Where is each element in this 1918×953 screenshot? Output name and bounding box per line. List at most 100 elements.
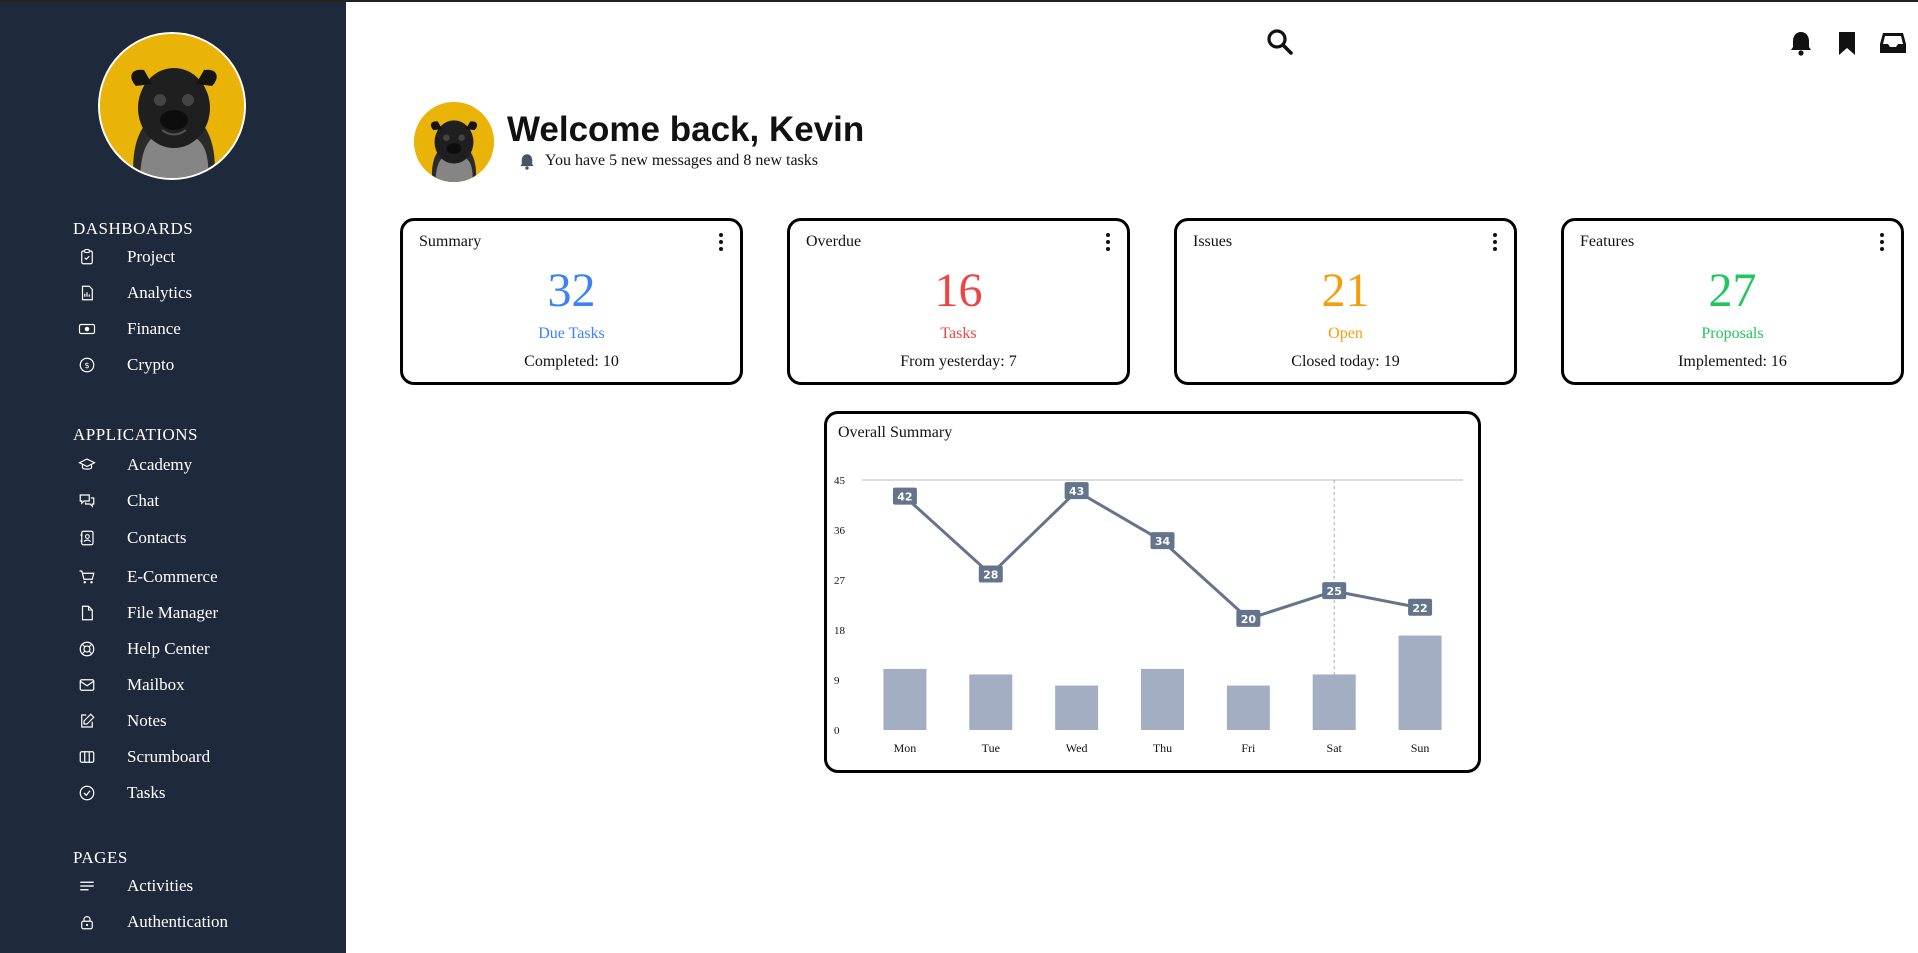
bell-icon[interactable]: [1786, 28, 1816, 58]
sidebar-item-tasks[interactable]: Tasks: [73, 777, 333, 809]
lifebuoy-icon: [73, 635, 101, 663]
card-title: Features: [1580, 233, 1635, 250]
sidebar-item-label: Scrumboard: [127, 747, 211, 766]
currency-coin-icon: $: [73, 351, 101, 379]
card-title: Issues: [1193, 233, 1233, 250]
card-title: Overdue: [806, 233, 862, 250]
svg-text:$: $: [84, 360, 89, 370]
y-tick-label: 9: [834, 675, 840, 687]
sidebar-item-label: Project: [127, 247, 176, 266]
bookmark-icon[interactable]: [1832, 28, 1862, 58]
data-label: 43: [1069, 485, 1084, 498]
y-tick-label: 36: [834, 525, 846, 537]
shopping-cart-icon: [73, 563, 101, 591]
data-label: 22: [1412, 602, 1427, 615]
sidebar-item-label: Mailbox: [127, 675, 185, 694]
card-features: Features 27 Proposals Implemented: 16: [1561, 218, 1904, 385]
inbox-icon[interactable]: [1878, 28, 1908, 58]
user-avatar[interactable]: [98, 32, 246, 180]
sidebar-item-finance[interactable]: Finance: [73, 313, 333, 345]
welcome-subtitle: You have 5 new messages and 8 new tasks: [519, 152, 818, 170]
card-value: 16: [934, 264, 983, 317]
card-footer: Closed today: 19: [1291, 353, 1400, 370]
bar-sun: [1398, 635, 1442, 730]
card-label: Proposals: [1701, 325, 1764, 342]
sidebar-item-analytics[interactable]: Analytics: [73, 277, 333, 309]
sidebar-item-label: Tasks: [127, 783, 166, 802]
welcome-title: Welcome back, Kevin: [507, 110, 865, 149]
y-tick-label: 0: [834, 725, 840, 737]
sidebar-item-scrumboard[interactable]: Scrumboard: [73, 741, 333, 773]
sidebar-item-label: Authentication: [127, 912, 229, 931]
overall-summary-card: Overall Summary 45 36 27 18 9 0 Mon Tue Wed Thu Fr…: [824, 411, 1481, 773]
card-summary: Summary 32 Due Tasks Completed: 10: [400, 218, 743, 385]
overall-summary-chart: 45 36 27 18 9 0 Mon Tue Wed Thu Fri Sat Sun 42 28 43 34 2…: [834, 475, 1463, 755]
y-tick-label: 18: [834, 625, 846, 637]
sidebar-item-mailbox[interactable]: Mailbox: [73, 669, 333, 701]
card-title: Summary: [419, 233, 482, 250]
bar-sat: [1312, 674, 1356, 730]
sidebar-item-label: File Manager: [127, 603, 219, 622]
card-label: Open: [1328, 325, 1363, 342]
top-border: [0, 0, 1918, 2]
sidebar-item-label: Analytics: [127, 283, 193, 302]
card-value: 32: [547, 264, 596, 317]
sidebar-item-crypto[interactable]: $ Crypto: [73, 349, 333, 381]
columns-board-icon: [73, 743, 101, 771]
search-icon[interactable]: [1265, 27, 1295, 57]
sidebar-item-chat[interactable]: Chat: [73, 485, 333, 517]
more-options-icon[interactable]: [712, 231, 730, 253]
sidebar-item-file-manager[interactable]: File Manager: [73, 597, 333, 629]
sidebar-item-label: E-Commerce: [127, 567, 218, 586]
banknote-icon: [73, 315, 101, 343]
sidebar-item-e-commerce[interactable]: E-Commerce: [73, 561, 333, 593]
data-label: 28: [983, 568, 998, 581]
bar-tue: [969, 674, 1013, 730]
document-icon: [73, 599, 101, 627]
sidebar-item-label: Activities: [127, 876, 194, 895]
bar-thu: [1141, 668, 1184, 730]
card-value: 21: [1321, 264, 1370, 317]
bar-mon: [883, 668, 927, 730]
section-title-dashboards: DASHBOARDS: [73, 219, 194, 238]
more-options-icon[interactable]: [1099, 231, 1117, 253]
x-tick-label: Thu: [1153, 741, 1172, 755]
bar-wed: [1055, 685, 1099, 730]
chat-bubbles-icon: [73, 487, 101, 515]
x-tick-label: Sun: [1411, 741, 1430, 755]
card-overdue: Overdue 16 Tasks From yesterday: 7: [787, 218, 1130, 385]
x-tick-label: Wed: [1066, 741, 1088, 755]
more-options-icon[interactable]: [1873, 231, 1891, 253]
sidebar-item-authentication[interactable]: Authentication: [73, 906, 333, 938]
sidebar-item-activities[interactable]: Activities: [73, 870, 333, 902]
line-series: [903, 489, 1421, 621]
sidebar-item-contacts[interactable]: Contacts: [73, 522, 333, 554]
x-tick-label: Sat: [1327, 741, 1343, 755]
x-tick-label: Fri: [1241, 741, 1256, 755]
y-tick-label: 45: [834, 475, 846, 487]
graduation-cap-icon: [73, 451, 101, 479]
sidebar-item-project[interactable]: Project: [73, 241, 333, 273]
y-tick-label: 27: [834, 575, 846, 587]
sidebar: DASHBOARDS Project Analytics Finance $ Crypto…: [0, 0, 346, 953]
lock-icon: [73, 908, 101, 936]
clipboard-check-icon: [73, 243, 101, 271]
sidebar-item-academy[interactable]: Academy: [73, 449, 333, 481]
data-label: 42: [897, 491, 912, 504]
card-label: Tasks: [940, 325, 977, 342]
lines-icon: [73, 872, 101, 900]
more-options-icon[interactable]: [1486, 231, 1504, 253]
sidebar-item-notes[interactable]: Notes: [73, 705, 333, 737]
contact-book-icon: [73, 524, 101, 552]
data-label: 20: [1241, 613, 1257, 626]
envelope-icon: [73, 671, 101, 699]
card-footer: From yesterday: 7: [900, 353, 1017, 370]
check-circle-icon: [73, 779, 101, 807]
card-label: Due Tasks: [538, 325, 605, 342]
bar-fri: [1226, 685, 1270, 730]
data-label: 34: [1155, 535, 1171, 548]
sidebar-item-help-center[interactable]: Help Center: [73, 633, 333, 665]
bell-small-icon: [520, 153, 534, 170]
sidebar-item-label: Notes: [127, 711, 167, 730]
sidebar-item-label: Finance: [127, 319, 181, 338]
